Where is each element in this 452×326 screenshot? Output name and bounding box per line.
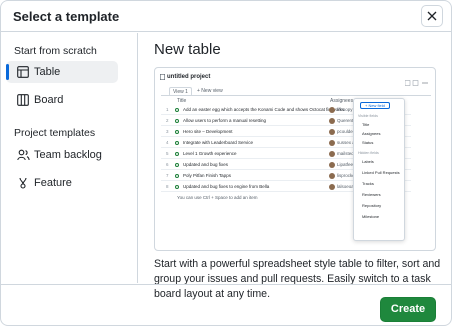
row-title: Allow users to perform a manual resettin… bbox=[183, 118, 267, 123]
start-from-scratch-heading: Start from scratch bbox=[14, 45, 97, 57]
preview-field: Tracks bbox=[362, 181, 374, 186]
row-assignee: mailsted bbox=[337, 151, 354, 156]
preview-field: Milestone bbox=[362, 214, 380, 219]
board-icon bbox=[17, 94, 29, 106]
row-title: Poly Pitfan Finish Tapps bbox=[183, 173, 231, 178]
row-title: Add an easter egg which accepts the Kona… bbox=[183, 107, 345, 112]
preview-col-title: Title bbox=[177, 98, 187, 104]
preview-divider bbox=[161, 95, 431, 96]
row-title: Updated and bug fixes bbox=[183, 162, 229, 167]
open-issue-icon bbox=[175, 185, 179, 189]
row-number: 2 bbox=[166, 118, 169, 123]
row-number: 4 bbox=[166, 140, 169, 145]
open-issue-icon bbox=[175, 152, 179, 156]
feature-icon bbox=[19, 177, 27, 189]
row-title: Level 1 Growth experience bbox=[183, 151, 237, 156]
open-issue-icon bbox=[175, 163, 179, 167]
preview-field: Status bbox=[362, 140, 374, 145]
preview-col-assignees: Assignees bbox=[330, 98, 354, 104]
dialog-header: Select a template bbox=[1, 1, 451, 32]
preview-field: Repository bbox=[362, 203, 382, 208]
avatar bbox=[329, 118, 335, 124]
preview-project-title: untitled project bbox=[167, 74, 211, 80]
avatar bbox=[329, 129, 335, 135]
template-preview-image: untitled project View 1 + New view Title… bbox=[154, 67, 436, 251]
avatar bbox=[329, 107, 335, 113]
sidebar-item-label: Team backlog bbox=[34, 149, 102, 161]
sidebar-item-label: Table bbox=[34, 66, 61, 78]
sidebar-item-feature[interactable]: Feature bbox=[6, 172, 118, 194]
open-issue-icon bbox=[175, 141, 179, 145]
sidebar-item-team-backlog[interactable]: Team backlog bbox=[6, 144, 118, 166]
select-template-dialog: Select a template Start from scratch Tab… bbox=[0, 0, 452, 326]
sidebar-item-board[interactable]: Board bbox=[6, 89, 118, 111]
row-title: Updated and bug fixes to engine from Bel… bbox=[183, 184, 270, 189]
preview-field: Reviewers bbox=[362, 192, 381, 197]
preview-add-item-hint: You can use Ctrl + Space to add an item bbox=[177, 195, 258, 200]
row-number: 8 bbox=[166, 184, 169, 189]
avatar bbox=[329, 151, 335, 157]
preview-menu-icon bbox=[404, 80, 428, 86]
avatar bbox=[329, 140, 335, 146]
avatar bbox=[329, 162, 335, 168]
template-sidebar: Start from scratch Table Board Project t… bbox=[1, 33, 138, 283]
template-title: New table bbox=[154, 41, 221, 58]
row-number: 7 bbox=[166, 173, 169, 178]
row-title: Integrate with Leaderboard Service bbox=[183, 140, 254, 145]
preview-field: Title bbox=[362, 122, 370, 127]
row-title: Hero site – Development bbox=[183, 129, 233, 134]
create-button[interactable]: Create bbox=[380, 297, 436, 322]
sidebar-item-label: Feature bbox=[34, 177, 72, 189]
preview-toolbar-icons bbox=[404, 73, 429, 86]
row-number: 1 bbox=[166, 107, 169, 112]
sidebar-item-label: Board bbox=[34, 94, 64, 106]
row-number: 5 bbox=[166, 151, 169, 156]
row-number: 6 bbox=[166, 162, 169, 167]
sidebar-item-table[interactable]: Table bbox=[6, 61, 118, 83]
preview-field: Linked Pull Requests bbox=[362, 170, 400, 175]
project-templates-heading: Project templates bbox=[14, 127, 96, 139]
people-icon bbox=[17, 149, 30, 161]
dialog-footer: Create bbox=[1, 284, 451, 325]
close-icon bbox=[427, 11, 437, 21]
table-icon bbox=[17, 66, 29, 78]
preview-visible-header: Visible fields bbox=[358, 114, 378, 118]
open-issue-icon bbox=[175, 108, 179, 112]
preview-new-view: + New view bbox=[197, 88, 223, 94]
active-indicator bbox=[6, 64, 9, 80]
avatar bbox=[329, 184, 335, 190]
close-button[interactable] bbox=[421, 5, 443, 27]
open-issue-icon bbox=[175, 174, 179, 178]
dialog-title: Select a template bbox=[13, 9, 120, 24]
avatar bbox=[329, 173, 335, 179]
open-issue-icon bbox=[175, 130, 179, 134]
preview-field-menu: + New field Visible fields Title Assigne… bbox=[353, 98, 405, 241]
template-preview-pane: New table untitled project View 1 + New … bbox=[139, 33, 451, 300]
preview-field: Assignees bbox=[362, 131, 381, 136]
preview-project-icon bbox=[160, 74, 165, 80]
open-issue-icon bbox=[175, 119, 179, 123]
row-number: 3 bbox=[166, 129, 169, 134]
preview-new-field: + New field bbox=[360, 102, 390, 109]
preview-field: Labels bbox=[362, 159, 374, 164]
preview-hidden-header: Hidden fields bbox=[358, 151, 379, 155]
